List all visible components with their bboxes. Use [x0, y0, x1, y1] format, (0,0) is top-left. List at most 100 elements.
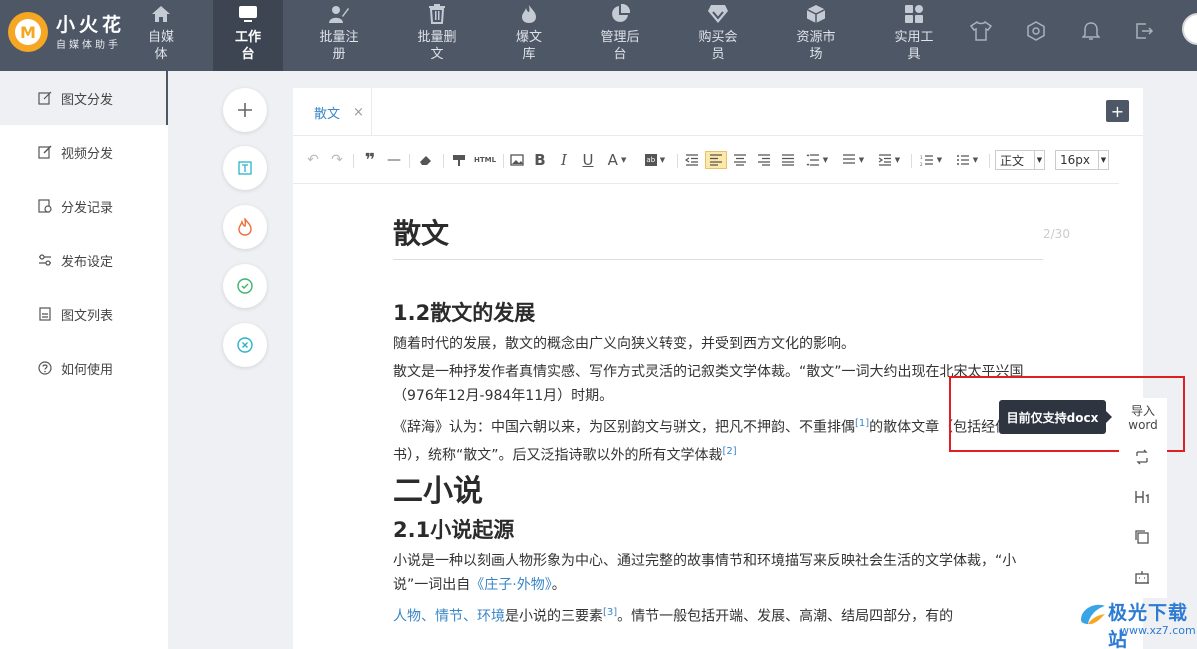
refresh-check-button[interactable]: [223, 264, 267, 308]
align-left-icon[interactable]: [705, 151, 727, 169]
plus-icon: [238, 103, 252, 117]
search-x-icon: [237, 337, 253, 353]
font-color-icon[interactable]: A ▼: [605, 151, 629, 169]
link[interactable]: 人物、情节、环境: [393, 609, 505, 625]
tshirt-icon[interactable]: [970, 20, 992, 42]
undo-icon[interactable]: ↶: [305, 151, 321, 169]
bold-icon[interactable]: B: [533, 151, 547, 169]
heading-2: 2.1小说起源: [393, 518, 515, 543]
footnote-ref[interactable]: [3]: [603, 607, 617, 618]
ordered-list-icon[interactable]: 1 2 ▼: [917, 151, 945, 169]
brand-tagline: 自媒体助手: [56, 39, 121, 51]
horizontal-rule-icon[interactable]: —: [387, 151, 401, 169]
footnote-ref[interactable]: [1]: [855, 418, 869, 429]
nav-label: 批量删文: [417, 30, 457, 62]
nav-item-batch-delete[interactable]: 批量删文: [414, 0, 460, 71]
heading-1: 二小说: [393, 474, 483, 510]
cube-icon: [806, 2, 826, 26]
video-edit-icon: [38, 145, 52, 159]
nav-label: 实用工具: [894, 30, 934, 62]
sidebar-item-distribute-records[interactable]: 分发记录: [0, 179, 168, 233]
nav-item-batch-register[interactable]: 批量注册: [316, 0, 362, 71]
nav-label: 管理后台: [600, 30, 640, 62]
sidebar-item-publish-settings[interactable]: 发布设定: [0, 233, 168, 287]
register-icon: [328, 2, 350, 26]
sidebar-item-label: 发布设定: [61, 254, 114, 270]
nav-item-buy-membership[interactable]: 购买会员: [695, 0, 741, 71]
heading-icon[interactable]: [1133, 488, 1151, 506]
monitor-icon: [238, 2, 258, 26]
search-clear-button[interactable]: [223, 323, 267, 367]
align-center-icon[interactable]: [731, 151, 749, 169]
brand-logo[interactable]: M 小火花 自媒体助手: [8, 12, 125, 52]
sidebar-item-how-to-use[interactable]: 如何使用: [0, 341, 168, 395]
blockquote-icon[interactable]: ❞: [361, 150, 379, 171]
link[interactable]: 《庄子·外物》: [470, 577, 551, 593]
line-height-icon[interactable]: ▼: [803, 151, 831, 169]
eraser-icon[interactable]: [417, 151, 435, 169]
sidebar-item-label: 如何使用: [61, 362, 114, 378]
swap-icon[interactable]: [1133, 448, 1151, 466]
tab-label: 散文: [314, 106, 341, 122]
document-title[interactable]: 散文: [393, 212, 449, 252]
title-char-counter: 2/30: [1043, 227, 1070, 241]
tab-document[interactable]: 散文 ×: [293, 88, 372, 136]
sidebar-item-article-list[interactable]: 图文列表: [0, 287, 168, 341]
document-body[interactable]: 1.2散文的发展 随着时代的发展，散文的概念由广义向狭义转变，并受到西方文化的影…: [393, 288, 1043, 629]
tab-close-icon[interactable]: ×: [353, 105, 364, 120]
record-icon: [38, 199, 52, 213]
font-size-select[interactable]: 16px ▼: [1055, 150, 1109, 170]
avatar[interactable]: [1182, 13, 1197, 45]
nav-label: 自媒体: [148, 30, 175, 62]
indent-icon[interactable]: ▼: [875, 151, 903, 169]
background-color-icon[interactable]: ab ▼: [641, 151, 669, 169]
hexagon-settings-icon[interactable]: [1025, 20, 1047, 42]
floating-tool-column: [1119, 438, 1167, 598]
editor-toolbar: ↶ ↷ ❞ — HTML B I U A ▼ ab ▼ ▼ ▼ ▼ 1 2 ▼ ▼ 正文…: [293, 138, 1119, 184]
logo-mark-icon: M: [8, 12, 48, 52]
sidebar: 图文分发 视频分发 分发记录 发布设定 图文列表 如何使用: [0, 71, 168, 649]
robot-icon[interactable]: [1133, 568, 1151, 586]
underline-icon[interactable]: U: [581, 151, 595, 169]
nav-label: 工作台: [234, 30, 261, 62]
nav-item-hot-articles[interactable]: 爆文库: [509, 0, 549, 71]
home-icon: [151, 2, 171, 26]
paragraph-spacing-icon[interactable]: ▼: [839, 151, 867, 169]
format-painter-icon[interactable]: [451, 151, 467, 169]
nav-item-workbench[interactable]: 工作台: [213, 0, 283, 71]
logout-icon[interactable]: [1133, 20, 1155, 42]
redo-icon[interactable]: ↷: [329, 151, 345, 169]
sidebar-item-label: 分发记录: [61, 200, 114, 216]
nav-item-media[interactable]: 自媒体: [138, 0, 184, 71]
nav-label: 资源市场: [796, 30, 836, 62]
svg-text:2: 2: [920, 162, 923, 166]
bell-icon[interactable]: [1080, 20, 1102, 42]
sidebar-item-article-distribute[interactable]: 图文分发: [0, 71, 168, 125]
logo-letter: M: [15, 19, 41, 45]
paragraph-style-select[interactable]: 正文 ▼: [995, 150, 1045, 170]
watermark: 极光下载站 www.xz7.com: [1078, 596, 1196, 649]
italic-icon[interactable]: I: [557, 151, 571, 169]
add-button[interactable]: [223, 88, 267, 132]
sidebar-item-video-distribute[interactable]: 视频分发: [0, 125, 168, 179]
outdent-icon[interactable]: [683, 151, 701, 169]
paragraph: 《辞海》认为：中国六朝以来，为区别韵文与骈文，把凡不押韵、不重排偶[1]的散体文…: [393, 418, 1024, 464]
nav-item-resource-market[interactable]: 资源市场: [793, 0, 839, 71]
html-source-button[interactable]: HTML: [473, 151, 497, 169]
hot-articles-button[interactable]: [223, 205, 267, 249]
top-navigation-bar: M 小火花 自媒体助手 自媒体 工作台 批量注册 批量删文 爆文库 管理后台 购…: [0, 0, 1197, 71]
copy-icon[interactable]: [1133, 528, 1151, 546]
text-tool-button[interactable]: [223, 146, 267, 190]
align-right-icon[interactable]: [755, 151, 773, 169]
nav-item-tools[interactable]: 实用工具: [891, 0, 937, 71]
footnote-ref[interactable]: [2]: [723, 446, 737, 457]
unordered-list-icon[interactable]: ▼: [953, 151, 981, 169]
pie-icon: [610, 2, 630, 26]
image-icon[interactable]: [509, 151, 525, 169]
nav-item-admin[interactable]: 管理后台: [597, 0, 643, 71]
grid-icon: [904, 2, 924, 26]
add-tab-button[interactable]: +: [1106, 100, 1129, 122]
align-justify-icon[interactable]: [779, 151, 797, 169]
heading-2: 1.2散文的发展: [393, 301, 536, 325]
paragraph: 散文是一种抒发作者真情实感、写作方式灵活的记叙类文学体裁。“散文”一词大约出现在…: [393, 364, 1024, 404]
